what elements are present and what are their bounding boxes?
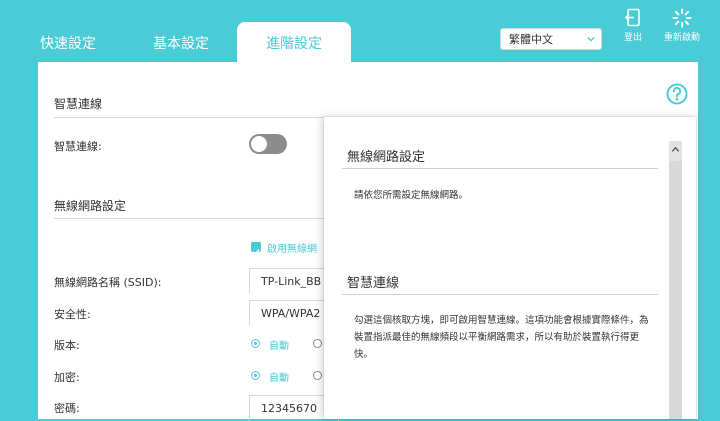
logout-icon [624, 8, 640, 27]
help-scrollbar[interactable] [669, 141, 682, 419]
smart-connect-section-title: 智慧連線 [54, 97, 103, 111]
language-select[interactable]: 繁體中文 [500, 28, 602, 50]
reboot-button[interactable]: 重新啟動 [660, 8, 704, 43]
reboot-icon [672, 8, 692, 28]
help-heading-wireless: 無線網路設定 [347, 150, 426, 165]
ssid-label: 無線網路名稱 (SSID): [54, 276, 162, 289]
help-heading-smart-connect: 智慧連線 [347, 276, 400, 291]
version-other-radio[interactable] [313, 339, 322, 348]
logout-button[interactable]: 登出 [618, 8, 648, 43]
logout-label: 登出 [623, 33, 642, 43]
scroll-up-icon[interactable] [671, 145, 680, 154]
tab-quick-setup[interactable]: 快速設定 [20, 22, 116, 62]
checkmark-icon [252, 249, 260, 256]
language-select-value: 繁體中文 [509, 33, 553, 46]
help-text-smart-connect: 勾選這個核取方塊，即可啟用智慧連線。這項功能會根據實際條件，為裝置指派最佳的無線… [354, 315, 649, 360]
help-text-wireless: 請依您所需設定無線網路。 [354, 190, 469, 201]
tab-advanced[interactable]: 進階設定 [237, 22, 351, 62]
enable-wireless-label: 啟用無線網 [267, 244, 317, 255]
help-divider [342, 168, 658, 169]
help-panel: 無線網路設定 請依您所需設定無線網路。 智慧連線 勾選這個核取方塊，即可啟用智慧… [324, 117, 696, 419]
encryption-label: 加密: [54, 371, 80, 384]
version-label: 版本: [54, 339, 80, 352]
encryption-auto-label: 自動 [269, 373, 289, 384]
reboot-label: 重新啟動 [663, 33, 700, 43]
security-label: 安全性: [54, 308, 91, 321]
smart-connect-label: 智慧連線: [54, 140, 102, 153]
scrollbar-thumb[interactable] [669, 161, 682, 419]
chevron-down-icon [587, 36, 595, 42]
help-divider [342, 294, 658, 295]
version-auto-label: 自動 [269, 341, 289, 352]
smart-connect-toggle[interactable] [249, 134, 287, 154]
encryption-other-radio[interactable] [313, 371, 322, 380]
toggle-knob [251, 136, 267, 152]
section-divider [54, 218, 334, 219]
help-icon[interactable] [666, 83, 688, 105]
version-auto-radio[interactable] [251, 339, 260, 348]
tab-basic[interactable]: 基本設定 [132, 22, 230, 62]
wireless-section-title: 無線網路設定 [54, 199, 127, 213]
main-tabs: 快速設定 基本設定 進階設定 [0, 0, 460, 62]
encryption-auto-radio[interactable] [251, 371, 260, 380]
section-divider [54, 117, 334, 118]
enable-wireless-checkbox[interactable] [251, 242, 261, 256]
password-label: 密碼: [54, 402, 80, 415]
